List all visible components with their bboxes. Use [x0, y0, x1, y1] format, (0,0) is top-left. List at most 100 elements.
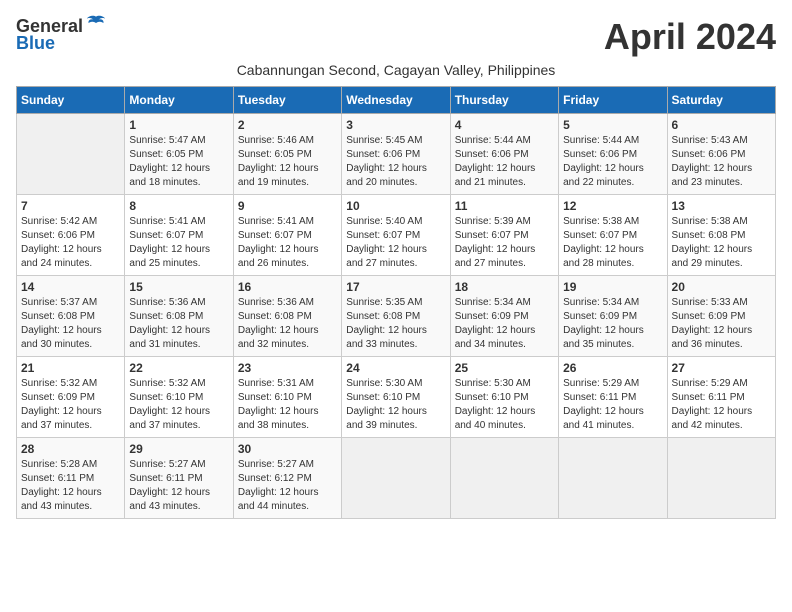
calendar-header: SundayMondayTuesdayWednesdayThursdayFrid…: [17, 87, 776, 114]
calendar-cell: [667, 438, 775, 519]
calendar-cell: 24 Sunrise: 5:30 AMSunset: 6:10 PMDayligh…: [342, 357, 450, 438]
calendar-cell: [450, 438, 558, 519]
calendar-week-5: 28Sunrise: 5:28 AMSunset: 6:11 PMDayligh…: [17, 438, 776, 519]
calendar-cell: 20Sunrise: 5:33 AMSunset: 6:09 PMDayligh…: [667, 276, 775, 357]
day-info: Sunrise: 5:44 AMSunset: 6:06 PMDaylight:…: [563, 134, 662, 190]
day-number: 5: [563, 118, 662, 132]
day-number: 27: [672, 361, 771, 375]
day-number: 7: [21, 199, 120, 213]
day-info: Sunrise: 5:40 AMSunset: 6:07 PMDaylight:…: [346, 215, 445, 271]
calendar-cell: 21 Sunrise: 5:32 AMSunset: 6:09 PMDayligh…: [17, 357, 125, 438]
calendar-cell: [17, 114, 125, 195]
day-number: 16: [238, 280, 337, 294]
calendar-cell: 29 Sunrise: 5:27 AMSunset: 6:11 PMDayligh…: [125, 438, 233, 519]
calendar-cell: 19 Sunrise: 5:34 AMSunset: 6:09 PMDayligh…: [559, 276, 667, 357]
day-info: Sunrise: 5:32 AMSunset: 6:10 PMDaylight:…: [129, 377, 228, 433]
calendar-cell: 12 Sunrise: 5:38 AMSunset: 6:07 PMDayligh…: [559, 195, 667, 276]
calendar-cell: [342, 438, 450, 519]
day-info: Sunrise: 5:38 AMSunset: 6:07 PMDaylight:…: [563, 215, 662, 271]
day-number: 15: [129, 280, 228, 294]
day-number: 23: [238, 361, 337, 375]
calendar-cell: 5 Sunrise: 5:44 AMSunset: 6:06 PMDaylight…: [559, 114, 667, 195]
day-number: 18: [455, 280, 554, 294]
subtitle: Cabannungan Second, Cagayan Valley, Phil…: [16, 62, 776, 78]
day-number: 12: [563, 199, 662, 213]
day-number: 9: [238, 199, 337, 213]
day-number: 2: [238, 118, 337, 132]
calendar-week-4: 21 Sunrise: 5:32 AMSunset: 6:09 PMDayligh…: [17, 357, 776, 438]
day-info: Sunrise: 5:45 AMSunset: 6:06 PMDaylight:…: [346, 134, 445, 190]
calendar-cell: [559, 438, 667, 519]
header-sunday: Sunday: [17, 87, 125, 114]
day-info: Sunrise: 5:29 AMSunset: 6:11 PMDaylight:…: [672, 377, 771, 433]
header-saturday: Saturday: [667, 87, 775, 114]
calendar-cell: 3 Sunrise: 5:45 AMSunset: 6:06 PMDaylight…: [342, 114, 450, 195]
calendar-cell: 16 Sunrise: 5:36 AMSunset: 6:08 PMDayligh…: [233, 276, 341, 357]
day-number: 22: [129, 361, 228, 375]
day-number: 4: [455, 118, 554, 132]
day-number: 25: [455, 361, 554, 375]
day-info: Sunrise: 5:29 AMSunset: 6:11 PMDaylight:…: [563, 377, 662, 433]
day-info: Sunrise: 5:35 AMSunset: 6:08 PMDaylight:…: [346, 296, 445, 352]
day-info: Sunrise: 5:43 AMSunset: 6:06 PMDaylight:…: [672, 134, 771, 190]
day-number: 1: [129, 118, 228, 132]
day-info: Sunrise: 5:30 AMSunset: 6:10 PMDaylight:…: [455, 377, 554, 433]
month-title: April 2024: [604, 16, 776, 58]
day-info: Sunrise: 5:34 AMSunset: 6:09 PMDaylight:…: [563, 296, 662, 352]
calendar-cell: 15 Sunrise: 5:36 AMSunset: 6:08 PMDayligh…: [125, 276, 233, 357]
calendar-cell: 18 Sunrise: 5:34 AMSunset: 6:09 PMDayligh…: [450, 276, 558, 357]
day-info: Sunrise: 5:32 AMSunset: 6:09 PMDaylight:…: [21, 377, 120, 433]
calendar-cell: 6 Sunrise: 5:43 AMSunset: 6:06 PMDaylight…: [667, 114, 775, 195]
calendar-cell: 25 Sunrise: 5:30 AMSunset: 6:10 PMDayligh…: [450, 357, 558, 438]
logo-bird-icon: [85, 14, 107, 36]
calendar-cell: 9Sunrise: 5:41 AMSunset: 6:07 PMDaylight…: [233, 195, 341, 276]
day-info: Sunrise: 5:30 AMSunset: 6:10 PMDaylight:…: [346, 377, 445, 433]
header-thursday: Thursday: [450, 87, 558, 114]
day-info: Sunrise: 5:27 AMSunset: 6:11 PMDaylight:…: [129, 458, 228, 514]
calendar-week-3: 14 Sunrise: 5:37 AMSunset: 6:08 PMDayligh…: [17, 276, 776, 357]
day-number: 19: [563, 280, 662, 294]
day-number: 28: [21, 442, 120, 456]
calendar-week-2: 7Sunrise: 5:42 AMSunset: 6:06 PMDaylight…: [17, 195, 776, 276]
day-number: 29: [129, 442, 228, 456]
day-number: 13: [672, 199, 771, 213]
day-number: 24: [346, 361, 445, 375]
calendar-cell: 14 Sunrise: 5:37 AMSunset: 6:08 PMDayligh…: [17, 276, 125, 357]
calendar-cell: 26 Sunrise: 5:29 AMSunset: 6:11 PMDayligh…: [559, 357, 667, 438]
day-number: 11: [455, 199, 554, 213]
day-info: Sunrise: 5:36 AMSunset: 6:08 PMDaylight:…: [238, 296, 337, 352]
day-info: Sunrise: 5:39 AMSunset: 6:07 PMDaylight:…: [455, 215, 554, 271]
day-info: Sunrise: 5:38 AMSunset: 6:08 PMDaylight:…: [672, 215, 771, 271]
calendar-cell: 22 Sunrise: 5:32 AMSunset: 6:10 PMDayligh…: [125, 357, 233, 438]
calendar-cell: 30Sunrise: 5:27 AMSunset: 6:12 PMDayligh…: [233, 438, 341, 519]
calendar-cell: 2 Sunrise: 5:46 AMSunset: 6:05 PMDaylight…: [233, 114, 341, 195]
calendar-cell: 7Sunrise: 5:42 AMSunset: 6:06 PMDaylight…: [17, 195, 125, 276]
day-info: Sunrise: 5:36 AMSunset: 6:08 PMDaylight:…: [129, 296, 228, 352]
day-number: 20: [672, 280, 771, 294]
calendar-cell: 27 Sunrise: 5:29 AMSunset: 6:11 PMDayligh…: [667, 357, 775, 438]
day-info: Sunrise: 5:34 AMSunset: 6:09 PMDaylight:…: [455, 296, 554, 352]
calendar-cell: 1Sunrise: 5:47 AMSunset: 6:05 PMDaylight…: [125, 114, 233, 195]
day-number: 8: [129, 199, 228, 213]
day-number: 6: [672, 118, 771, 132]
day-info: Sunrise: 5:46 AMSunset: 6:05 PMDaylight:…: [238, 134, 337, 190]
day-info: Sunrise: 5:27 AMSunset: 6:12 PMDaylight:…: [238, 458, 337, 514]
calendar-cell: 11 Sunrise: 5:39 AMSunset: 6:07 PMDayligh…: [450, 195, 558, 276]
header-wednesday: Wednesday: [342, 87, 450, 114]
day-number: 14: [21, 280, 120, 294]
day-number: 26: [563, 361, 662, 375]
day-number: 17: [346, 280, 445, 294]
header-friday: Friday: [559, 87, 667, 114]
calendar-cell: 8Sunrise: 5:41 AMSunset: 6:07 PMDaylight…: [125, 195, 233, 276]
calendar-cell: 17 Sunrise: 5:35 AMSunset: 6:08 PMDayligh…: [342, 276, 450, 357]
day-info: Sunrise: 5:44 AMSunset: 6:06 PMDaylight:…: [455, 134, 554, 190]
day-info: Sunrise: 5:37 AMSunset: 6:08 PMDaylight:…: [21, 296, 120, 352]
calendar-cell: 10 Sunrise: 5:40 AMSunset: 6:07 PMDayligh…: [342, 195, 450, 276]
logo: General Blue: [16, 16, 107, 54]
day-info: Sunrise: 5:31 AMSunset: 6:10 PMDaylight:…: [238, 377, 337, 433]
day-number: 3: [346, 118, 445, 132]
header-tuesday: Tuesday: [233, 87, 341, 114]
day-number: 21: [21, 361, 120, 375]
header-monday: Monday: [125, 87, 233, 114]
day-number: 10: [346, 199, 445, 213]
